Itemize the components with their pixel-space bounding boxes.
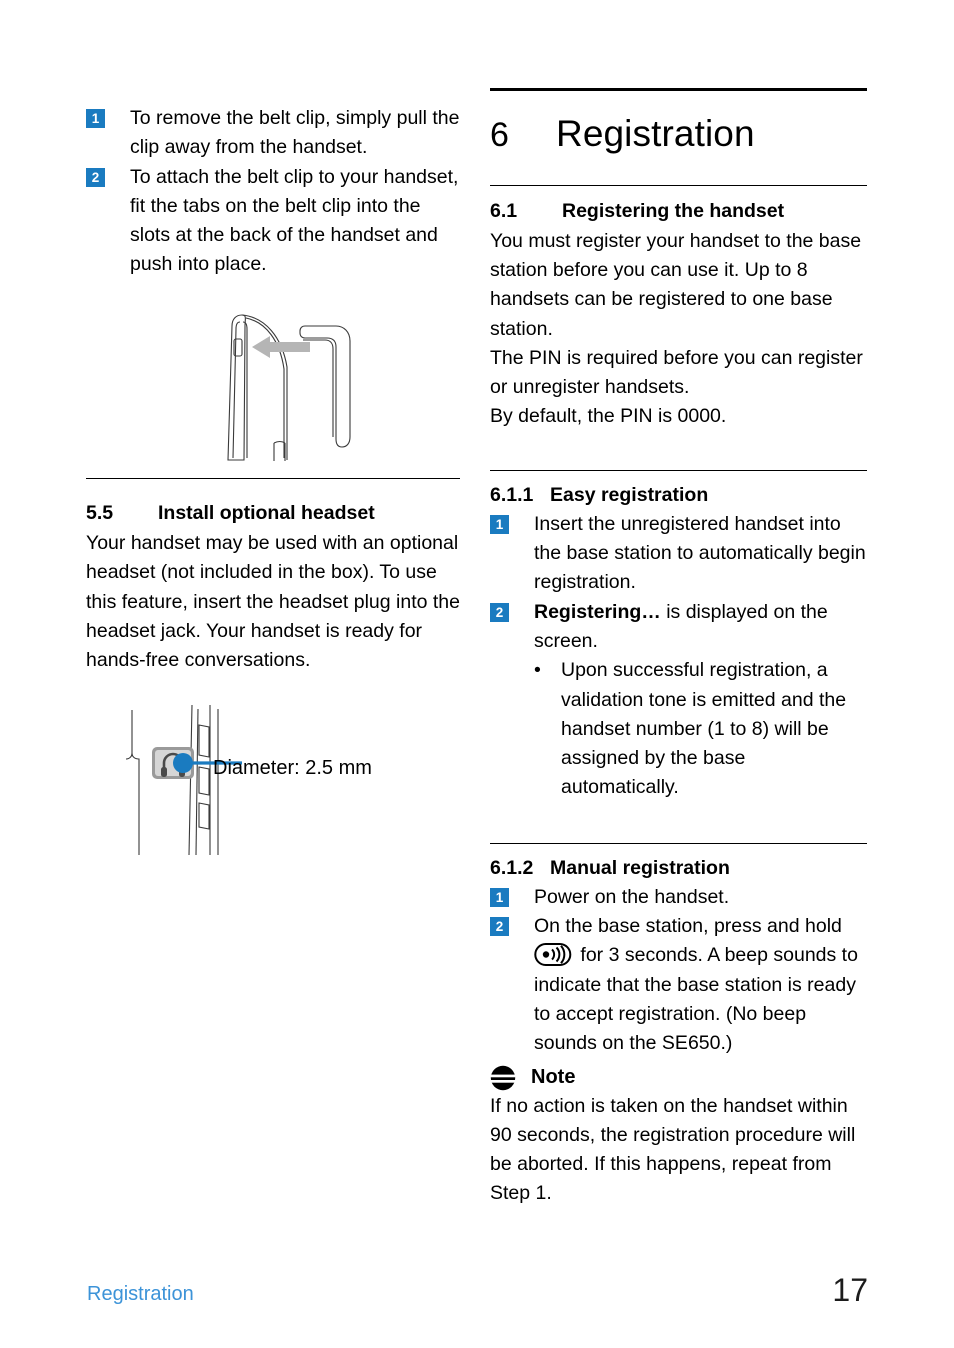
- section-5-5-heading: 5.5 Install optional headset: [86, 488, 462, 529]
- bullet-text: Upon successful registration, a validati…: [561, 659, 847, 799]
- step-badge: 2: [86, 167, 105, 187]
- section-number: 6.1.1: [490, 483, 534, 506]
- section-title: Registering the handset: [562, 199, 785, 222]
- step-bold-lead: Registering…: [534, 600, 661, 623]
- list-item: 1 Power on the handset.: [490, 883, 867, 912]
- bullet-dot-icon: •: [534, 659, 541, 682]
- section-title: Install optional headset: [158, 502, 375, 524]
- easy-registration-step-list: 1 Insert the unregistered handset into t…: [490, 510, 867, 656]
- list-item: 1 To remove the belt clip, simply pull t…: [86, 104, 462, 163]
- belt-clip-illustration: [190, 295, 460, 470]
- section-number: 5.5: [86, 502, 114, 524]
- note-label: Note: [531, 1066, 576, 1089]
- step-text: On the base station, press and hold for …: [534, 912, 867, 1058]
- list-item: 2 To attach the belt clip to your handse…: [86, 163, 462, 280]
- belt-clip-drawing: [227, 314, 351, 461]
- section-title: Easy registration: [550, 483, 709, 506]
- footer-section-label: Registration: [87, 1283, 194, 1305]
- step-badge: 2: [490, 917, 509, 937]
- manual-page: 1 To remove the belt clip, simply pull t…: [0, 0, 954, 1348]
- list-item: 2 On the base station, press and hold fo…: [490, 912, 867, 1058]
- step-badge: 1: [490, 514, 509, 534]
- section-5-5-body: Your handset may be used with an optiona…: [86, 532, 460, 672]
- step-text: Power on the handset.: [534, 885, 730, 908]
- list-item: 2 Registering… is displayed on the scree…: [490, 598, 867, 657]
- chapter-heading: 6 Registration: [490, 91, 867, 185]
- headset-diameter-caption: Diameter: 2.5 mm: [213, 757, 372, 779]
- section-6-1-heading: 6.1 Registering the handset: [490, 186, 867, 227]
- chapter-number: 6: [490, 116, 510, 154]
- note-icon: [490, 1065, 516, 1091]
- section-6-1-paragraph-2: The PIN is required before you can regis…: [490, 346, 863, 399]
- list-item: • Upon successful registration, a valida…: [490, 656, 867, 802]
- step-text: To attach the belt clip to your handset,…: [130, 165, 459, 276]
- step-badge: 1: [86, 109, 105, 128]
- section-6-1-2-heading: 6.1.2 Manual registration: [490, 844, 867, 883]
- section-6-1-paragraph-1: You must register your handset to the ba…: [490, 229, 862, 340]
- section-5-5: 5.5 Install optional headset Your handse…: [86, 488, 462, 675]
- section-title: Manual registration: [550, 856, 730, 879]
- note-header: Note: [490, 1065, 867, 1091]
- step-text: Registering… is displayed on the screen.: [534, 598, 867, 657]
- step-badge: 1: [490, 887, 509, 907]
- section-number: 6.1: [490, 199, 518, 222]
- section-number: 6.1.2: [490, 856, 534, 879]
- right-column: 6 Registration 6.1 Registering the hands…: [490, 88, 867, 1209]
- left-column: 1 To remove the belt clip, simply pull t…: [86, 104, 462, 280]
- easy-registration-bullets: • Upon successful registration, a valida…: [490, 656, 867, 802]
- list-item: 1 Insert the unregistered handset into t…: [490, 510, 867, 598]
- belt-clip-step-list: 1 To remove the belt clip, simply pull t…: [86, 104, 462, 280]
- page-number: 17: [832, 1272, 868, 1308]
- manual-registration-step-list: 1 Power on the handset. 2 On the base st…: [490, 883, 867, 1059]
- paging-key-icon: [534, 942, 572, 967]
- step-text-before-icon: On the base station, press and hold: [534, 915, 842, 938]
- section-6-1-1-heading: 6.1.1 Easy registration: [490, 471, 867, 510]
- step-text-after-icon: for 3 seconds. A beep sounds to indicate…: [534, 944, 858, 1055]
- section-6-1-paragraph-3: By default, the PIN is 0000.: [490, 405, 727, 428]
- step-text: Insert the unregistered handset into the…: [534, 512, 866, 594]
- step-badge: 2: [490, 602, 509, 622]
- chapter-title: Registration: [556, 113, 755, 154]
- section-divider: [86, 478, 460, 479]
- note-text: If no action is taken on the handset wit…: [490, 1094, 856, 1205]
- step-text: To remove the belt clip, simply pull the…: [130, 107, 460, 159]
